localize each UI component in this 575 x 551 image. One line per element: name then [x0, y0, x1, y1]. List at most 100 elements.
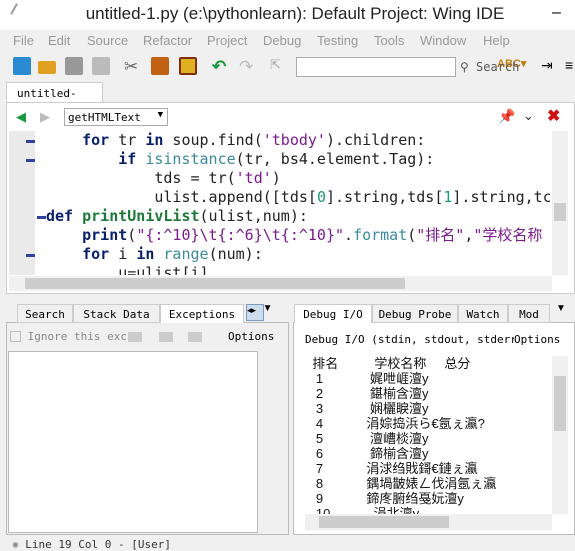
- more-icon[interactable]: ≡: [565, 57, 575, 75]
- tab-modules[interactable]: Mod: [508, 304, 550, 323]
- code-line: tds = tr('td'): [46, 169, 550, 188]
- copy-icon[interactable]: [151, 57, 169, 75]
- code-token: (: [127, 226, 137, 244]
- redo-icon[interactable]: ↷: [239, 57, 257, 76]
- function-selector[interactable]: getHTMLText ▼: [64, 108, 168, 126]
- tab-search[interactable]: Search: [17, 304, 73, 323]
- code-token: range: [163, 245, 209, 263]
- tab-exceptions[interactable]: Exceptions: [160, 304, 244, 323]
- title-bar: untitled-1.py (e:\pythonlearn): Default …: [0, 0, 575, 30]
- menu-project[interactable]: Project: [207, 33, 247, 48]
- search-input[interactable]: [296, 57, 456, 77]
- forward-arrow-icon[interactable]: ▶: [40, 109, 50, 125]
- output-line: 8 鍝堝皵婊ㄥ伐涓氬ぇ瀛: [305, 476, 497, 491]
- output-line: 2 鍖椾含澶у: [305, 386, 429, 401]
- menu-refactor[interactable]: Refactor: [143, 33, 192, 48]
- back-arrow-icon[interactable]: ◀: [16, 109, 26, 125]
- fold-marker[interactable]: [26, 254, 35, 257]
- code-line: for tr in soup.find('tbody').children:: [46, 131, 550, 150]
- menu-bar: File Edit Source Refactor Project Debug Testin…: [0, 30, 575, 52]
- code-token: 'td': [235, 169, 272, 187]
- new-file-icon[interactable]: [13, 57, 31, 75]
- disabled-icon: [188, 332, 202, 342]
- code-token: (tr, bs4.element.Tag):: [235, 150, 435, 168]
- output-horizontal-scrollbar[interactable]: [305, 514, 552, 530]
- output-line: 3 娴欐睙澶у: [305, 401, 429, 416]
- tab-menu-icon[interactable]: ▼: [556, 303, 566, 314]
- code-token: format: [353, 226, 408, 244]
- tab-watch[interactable]: Watch: [458, 304, 508, 323]
- select-icon[interactable]: ⇱: [270, 57, 288, 75]
- fold-marker[interactable]: [26, 140, 35, 143]
- code-token: (num):: [208, 245, 263, 263]
- code-token: "排名": [416, 226, 465, 244]
- code-token: "学校名称: [473, 226, 543, 244]
- code-token: i: [109, 245, 137, 263]
- menu-debug[interactable]: Debug: [263, 33, 301, 48]
- code-line: print("{:^10}\t{:^6}\t{:^10}".format("排名…: [46, 226, 550, 245]
- save-icon[interactable]: [65, 57, 83, 75]
- minimize-button[interactable]: –: [552, 4, 561, 22]
- menu-edit[interactable]: Edit: [48, 33, 70, 48]
- tab-untitled-1[interactable]: untitled-1.py: [6, 82, 103, 113]
- save-all-icon[interactable]: [92, 57, 110, 75]
- output-line: 9 鍗庝腑绉戞妧澶у: [305, 491, 464, 506]
- debug-output[interactable]: 排名 学校名称 总分 1 娓呭崕澶у 2 鍖椾含澶у 3 娴欐睙澶у 4 涓婃捣…: [305, 356, 550, 514]
- undo-icon[interactable]: ↶: [212, 57, 230, 76]
- code-token: ].string,tds[: [325, 188, 444, 206]
- tab-debug-probe[interactable]: Debug Probe: [372, 304, 458, 323]
- ignore-exception-checkbox[interactable]: Ignore this exc: [10, 330, 127, 343]
- code-token: for: [82, 131, 110, 149]
- menu-window[interactable]: Window: [420, 33, 466, 48]
- code-token: tds = tr(: [46, 169, 236, 187]
- editor-vertical-scrollbar[interactable]: [552, 131, 568, 275]
- code-token: tr: [109, 131, 146, 149]
- bug-icon: ✺: [12, 538, 26, 551]
- fold-marker[interactable]: [37, 216, 46, 219]
- menu-file[interactable]: File: [13, 33, 34, 48]
- code-token: (ulist,num):: [199, 207, 308, 225]
- open-folder-icon[interactable]: [38, 61, 56, 74]
- menu-tools[interactable]: Tools: [374, 33, 404, 48]
- code-editor[interactable]: for tr in soup.find('tbody').children: i…: [46, 131, 550, 275]
- paste-icon[interactable]: [179, 57, 197, 75]
- debug-io-header: Debug I/O (stdin, stdout, stderr: [305, 333, 517, 346]
- fold-marker[interactable]: [26, 159, 35, 162]
- menu-testing[interactable]: Testing: [317, 33, 358, 48]
- output-line: 1 娓呭崕澶у: [305, 371, 429, 386]
- code-token: ulist.append([tds[: [46, 188, 317, 206]
- exceptions-options-button[interactable]: Options: [228, 330, 274, 343]
- editor-horizontal-scrollbar[interactable]: [9, 276, 552, 291]
- indent-icon[interactable]: ⇥: [541, 57, 559, 75]
- code-token: for: [82, 245, 110, 263]
- code-line: if isinstance(tr, bs4.element.Tag):: [46, 150, 550, 169]
- tab-debug-io[interactable]: Debug I/O: [294, 304, 372, 323]
- chevron-down-icon[interactable]: ⌄: [523, 108, 534, 124]
- tab-stack-data[interactable]: Stack Data: [73, 304, 160, 323]
- code-token: .: [344, 226, 354, 244]
- code-token: u=ulist[i]: [46, 264, 209, 275]
- code-token: printUnivList: [82, 207, 200, 225]
- code-token: soup.find(: [163, 131, 263, 149]
- debug-io-options-button[interactable]: Options: [514, 333, 561, 346]
- output-vertical-scrollbar[interactable]: [552, 356, 568, 514]
- tab-menu-icon[interactable]: ▼: [246, 303, 273, 314]
- code-token: if: [118, 150, 137, 168]
- pin-icon[interactable]: 📌: [498, 108, 515, 125]
- close-icon[interactable]: ✖: [547, 106, 560, 126]
- code-token: ].string,tc: [452, 188, 550, 206]
- menu-source[interactable]: Source: [87, 33, 128, 48]
- search-icon: ⚲: [460, 60, 477, 74]
- chevron-down-icon: ▼: [157, 110, 163, 120]
- output-line: 10 涓北澶у: [305, 506, 420, 514]
- menu-help[interactable]: Help: [483, 33, 510, 48]
- search-button[interactable]: ⚲ Search: [460, 60, 519, 74]
- code-token: "{:^10}\t{:^6}\t{:^10}": [136, 226, 345, 244]
- cut-icon[interactable]: ✂: [124, 57, 142, 76]
- code-token: print: [82, 226, 128, 244]
- code-line: ulist.append([tds[0].string,tds[1].strin…: [46, 188, 550, 207]
- code-token: isinstance: [145, 150, 236, 168]
